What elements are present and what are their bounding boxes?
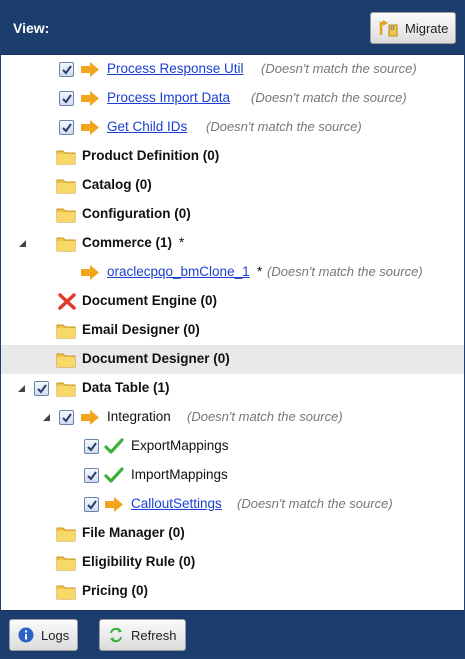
mismatch-note: (Doesn't match the source) (267, 264, 423, 279)
view-title: View: (13, 20, 50, 36)
checkbox-checked-icon[interactable] (59, 120, 74, 135)
red-x-icon (58, 293, 76, 310)
arrow-icon (81, 265, 99, 280)
tree-row-exportmappings[interactable]: ExportMappings (1, 432, 464, 461)
folder-icon (56, 585, 76, 600)
info-icon (18, 627, 34, 643)
tree-item-link[interactable]: Process Import Data (107, 90, 230, 105)
folder-icon (56, 237, 76, 252)
tree-item-label: Commerce (1) (82, 235, 173, 250)
checkbox-checked-icon[interactable] (34, 381, 49, 396)
folder-icon (56, 208, 76, 223)
tree-row-integration[interactable]: Integration (Doesn't match the source) (1, 403, 464, 432)
refresh-button[interactable]: Refresh (99, 619, 186, 651)
changed-marker: * (257, 264, 263, 279)
tree-item-label: ExportMappings (131, 438, 229, 453)
arrow-icon (105, 497, 123, 512)
svg-text:O: O (391, 26, 395, 32)
logs-button[interactable]: Logs (9, 619, 79, 651)
tree-row-configuration[interactable]: Configuration (0) (1, 200, 464, 229)
tree-item-label: Email Designer (0) (82, 322, 200, 337)
tree-row-file-manager[interactable]: File Manager (0) (1, 519, 464, 548)
tree-item-link[interactable]: Get Child IDs (107, 119, 187, 134)
arrow-icon (81, 62, 99, 77)
folder-icon (56, 556, 76, 571)
tree-item-label: Product Definition (0) (82, 148, 220, 163)
folder-icon (56, 382, 76, 397)
mismatch-note: (Doesn't match the source) (251, 90, 407, 105)
folder-icon (56, 324, 76, 339)
tree-item-label: Integration (107, 409, 171, 424)
logs-label: Logs (41, 627, 70, 643)
tree-item-label: Pricing (0) (82, 583, 149, 598)
expand-triangle-icon[interactable] (18, 239, 28, 249)
expand-triangle-icon[interactable] (42, 413, 52, 423)
folder-icon (56, 353, 76, 368)
green-check-icon (104, 467, 124, 483)
tree-row-commerce[interactable]: Commerce (1) * (1, 229, 464, 258)
tree-row-document-designer[interactable]: Document Designer (0) (1, 345, 464, 374)
tree-row-oraclecpqo-bmclone-1: oraclecpqo_bmClone_1 * (Doesn't match th… (1, 258, 464, 287)
tree-row-process-import-data: Process Import Data (Doesn't match the s… (1, 84, 464, 113)
folder-icon (56, 527, 76, 542)
tree-row-calloutsettings: CalloutSettings (Doesn't match the sourc… (1, 490, 464, 519)
checkbox-checked-icon[interactable] (59, 410, 74, 425)
checkbox-checked-icon[interactable] (84, 497, 99, 512)
migration-panel: View: O Migrate Process Response Util (D… (0, 0, 465, 659)
tree-item-label: Document Designer (0) (82, 351, 230, 366)
migrate-button[interactable]: O Migrate (370, 12, 456, 44)
checkbox-checked-icon[interactable] (84, 439, 99, 454)
tree-row-get-child-ids: Get Child IDs (Doesn't match the source) (1, 113, 464, 142)
folder-icon (56, 179, 76, 194)
tree-row-eligibility-rule[interactable]: Eligibility Rule (0) (1, 548, 464, 577)
migrate-label: Migrate (405, 20, 449, 36)
green-check-icon (104, 438, 124, 454)
migration-tree: Process Response Util (Doesn't match the… (1, 55, 464, 612)
mismatch-note: (Doesn't match the source) (187, 409, 343, 424)
folder-icon (56, 150, 76, 165)
refresh-label: Refresh (131, 627, 177, 643)
expand-triangle-icon[interactable] (17, 384, 27, 394)
mismatch-note: (Doesn't match the source) (206, 119, 362, 134)
tree-row-process-response-util: Process Response Util (Doesn't match the… (1, 55, 464, 84)
arrow-icon (81, 120, 99, 135)
tree-item-link[interactable]: oraclecpqo_bmClone_1 (107, 264, 250, 279)
panel-header: View: O Migrate (1, 1, 464, 55)
panel-footer: Logs Refresh (1, 610, 464, 658)
tree-item-label: Catalog (0) (82, 177, 152, 192)
migrate-icon: O (379, 20, 398, 37)
checkbox-checked-icon[interactable] (59, 91, 74, 106)
tree-item-label: Data Table (1) (82, 380, 170, 395)
tree-row-data-table[interactable]: Data Table (1) (1, 374, 464, 403)
mismatch-note: (Doesn't match the source) (237, 496, 393, 511)
mismatch-note: (Doesn't match the source) (261, 61, 417, 76)
tree-item-label: File Manager (0) (82, 525, 185, 540)
arrow-icon (81, 91, 99, 106)
arrow-icon (81, 410, 99, 425)
refresh-icon (110, 627, 122, 643)
tree-row-document-engine[interactable]: Document Engine (0) (1, 287, 464, 316)
tree-item-label: Configuration (0) (82, 206, 191, 221)
tree-item-link[interactable]: Process Response Util (107, 61, 244, 76)
tree-row-importmappings[interactable]: ImportMappings (1, 461, 464, 490)
tree-row-email-designer[interactable]: Email Designer (0) (1, 316, 464, 345)
tree-row-product-definition[interactable]: Product Definition (0) (1, 142, 464, 171)
changed-marker: * (179, 235, 185, 250)
tree-row-catalog[interactable]: Catalog (0) (1, 171, 464, 200)
tree-row-pricing[interactable]: Pricing (0) (1, 577, 464, 606)
checkbox-checked-icon[interactable] (84, 468, 99, 483)
tree-item-label: Eligibility Rule (0) (82, 554, 196, 569)
tree-item-label: ImportMappings (131, 467, 228, 482)
checkbox-checked-icon[interactable] (59, 62, 74, 77)
tree-item-link[interactable]: CalloutSettings (131, 496, 222, 511)
tree-item-label: Document Engine (0) (82, 293, 218, 308)
